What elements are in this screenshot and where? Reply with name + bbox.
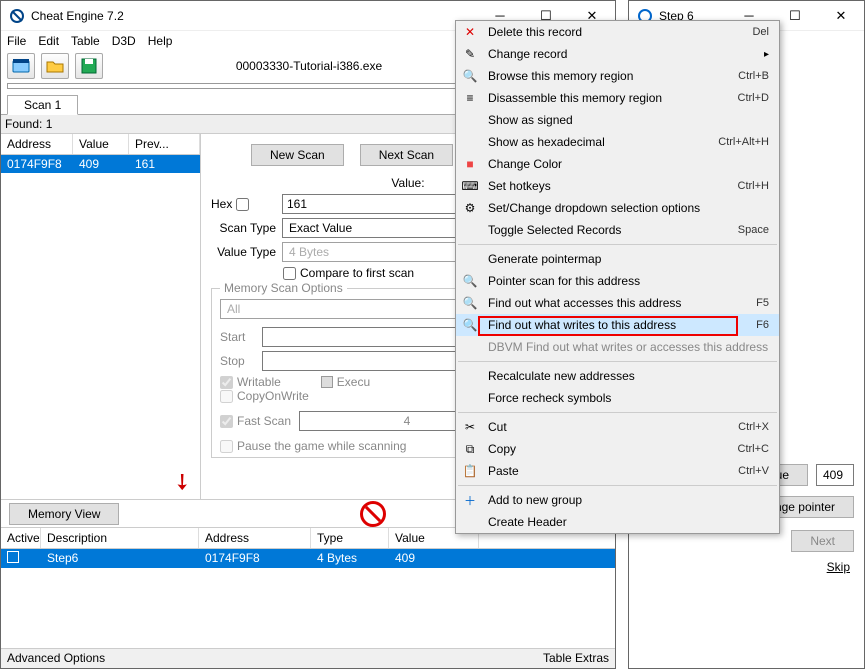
browse-icon: 🔍	[462, 68, 478, 84]
advanced-options[interactable]: Advanced Options	[7, 651, 105, 666]
menu-item-label: DBVM Find out what writes or accesses th…	[488, 340, 768, 354]
compare-first-checkbox[interactable]	[283, 267, 296, 280]
memory-view-button[interactable]: Memory View	[9, 503, 119, 525]
main-title: Cheat Engine 7.2	[31, 9, 477, 23]
status-bar: Advanced Options Table Extras	[1, 648, 615, 668]
menu-table[interactable]: Table	[71, 34, 100, 48]
menu-item[interactable]: Generate pointermap	[456, 248, 779, 270]
disasm-icon: ≡	[462, 90, 478, 106]
result-row[interactable]: 0174F9F8 409 161	[1, 155, 200, 173]
table-extras[interactable]: Table Extras	[543, 651, 609, 666]
executable-checkbox[interactable]	[321, 376, 333, 388]
menu-item-label: Disassemble this memory region	[488, 91, 662, 105]
menu-item-label: Generate pointermap	[488, 252, 601, 266]
chevron-right-icon: ▸	[764, 49, 769, 60]
hex-checkbox[interactable]	[236, 198, 249, 211]
cut-icon: ✂	[462, 419, 478, 435]
tab-scan1[interactable]: Scan 1	[7, 95, 78, 115]
pencil-icon: ✎	[462, 46, 478, 62]
menu-item[interactable]: ≡Disassemble this memory regionCtrl+D	[456, 87, 779, 109]
context-menu: ✕Delete this recordDel✎Change record▸🔍Br…	[455, 20, 780, 534]
color-icon: ■	[462, 156, 478, 172]
menu-edit[interactable]: Edit	[38, 34, 59, 48]
menu-item-label: Find out what writes to this address	[488, 318, 676, 332]
menu-item[interactable]: Force recheck symbols	[456, 387, 779, 409]
menu-item-label: Find out what accesses this address	[488, 296, 681, 310]
menu-item[interactable]: Toggle Selected RecordsSpace	[456, 219, 779, 241]
results-header: Address Value Prev...	[1, 134, 200, 155]
value-label: Value:	[391, 176, 424, 190]
lens-icon: 🔍	[462, 295, 478, 311]
menu-item-label: Set/Change dropdown selection options	[488, 201, 700, 215]
menu-file[interactable]: File	[7, 34, 26, 48]
pause-checkbox[interactable]	[220, 440, 233, 453]
menu-item[interactable]: Recalculate new addresses	[456, 365, 779, 387]
menu-item-label: Show as signed	[488, 113, 573, 127]
menu-item-label: Create Header	[488, 515, 567, 529]
address-list-row[interactable]: Step6 0174F9F8 4 Bytes 409	[1, 549, 615, 568]
menu-item-label: Copy	[488, 442, 516, 456]
paste-icon: 📋	[462, 463, 478, 479]
col-value[interactable]: Value	[73, 134, 129, 154]
col-address[interactable]: Address	[199, 528, 311, 548]
col-active[interactable]: Active	[1, 528, 41, 548]
menu-item[interactable]: 🔍Find out what writes to this addressF6	[456, 314, 779, 336]
skip-link[interactable]: Skip	[827, 560, 850, 574]
menu-item[interactable]: ✎ Change record ▸	[456, 43, 779, 65]
menu-item-label: Browse this memory region	[488, 69, 633, 83]
menu-item-label: Set hotkeys	[488, 179, 551, 193]
menu-item[interactable]: ✕Delete this recordDel	[456, 21, 779, 43]
col-description[interactable]: Description	[41, 528, 199, 548]
new-scan-button[interactable]: New Scan	[251, 144, 344, 166]
menu-item[interactable]: 📋PasteCtrl+V	[456, 460, 779, 482]
menu-item-label: Change record	[488, 47, 567, 61]
menu-item-label: Delete this record	[488, 25, 582, 39]
menu-item[interactable]: ⚙ Set/Change dropdown selection options	[456, 197, 779, 219]
menu-d3d[interactable]: D3D	[112, 34, 136, 48]
menu-item[interactable]: 🔍Find out what accesses this addressF5	[456, 292, 779, 314]
key-icon: ⌨	[462, 178, 478, 194]
writable-checkbox[interactable]	[220, 376, 233, 389]
menu-item-label: Cut	[488, 420, 507, 434]
menu-item-label: Pointer scan for this address	[488, 274, 640, 288]
gear-icon: ⚙	[462, 200, 478, 216]
menu-item-label: Add to new group	[488, 493, 582, 507]
menu-item[interactable]: ⌨Set hotkeysCtrl+H	[456, 175, 779, 197]
menu-item[interactable]: ✂CutCtrl+X	[456, 416, 779, 438]
x-icon: ✕	[462, 24, 478, 40]
cow-checkbox[interactable]	[220, 390, 233, 403]
menu-item[interactable]: 🔍Browse this memory regionCtrl+B	[456, 65, 779, 87]
copy-icon: ⧉	[462, 441, 478, 457]
next-scan-button[interactable]: Next Scan	[360, 144, 453, 166]
menu-item-label: Recalculate new addresses	[488, 369, 635, 383]
menu-item-label: Change Color	[488, 157, 562, 171]
next-button[interactable]: Next	[791, 530, 854, 552]
menu-item[interactable]: ■ Change Color	[456, 153, 779, 175]
col-prev[interactable]: Prev...	[129, 134, 200, 154]
col-address[interactable]: Address	[1, 134, 73, 154]
menu-item[interactable]: 🔍 Pointer scan for this address	[456, 270, 779, 292]
menu-item[interactable]: ＋ Add to new group	[456, 489, 779, 511]
menu-item[interactable]: Create Header	[456, 511, 779, 533]
app-icon	[9, 8, 25, 24]
lens-icon: 🔍	[462, 273, 478, 289]
no-sign-icon	[360, 501, 386, 527]
menu-item-label: Paste	[488, 464, 519, 478]
menu-help[interactable]: Help	[148, 34, 173, 48]
tutorial-value: 409	[816, 464, 854, 486]
menu-item[interactable]: ⧉CopyCtrl+C	[456, 438, 779, 460]
results-list: Address Value Prev... 0174F9F8 409 161	[1, 134, 201, 499]
menu-item-label: Toggle Selected Records	[488, 223, 621, 237]
menu-item-label: Show as hexadecimal	[488, 135, 605, 149]
close-button[interactable]: ✕	[818, 1, 864, 31]
menu-item[interactable]: Show as hexadecimalCtrl+Alt+H	[456, 131, 779, 153]
lens-icon: 🔍	[462, 317, 478, 333]
fastscan-checkbox[interactable]	[220, 415, 233, 428]
menu-item[interactable]: Show as signed	[456, 109, 779, 131]
col-type[interactable]: Type	[311, 528, 389, 548]
plus-icon: ＋	[462, 492, 478, 508]
menu-item: DBVM Find out what writes or accesses th…	[456, 336, 779, 358]
menu-item-label: Force recheck symbols	[488, 391, 611, 405]
